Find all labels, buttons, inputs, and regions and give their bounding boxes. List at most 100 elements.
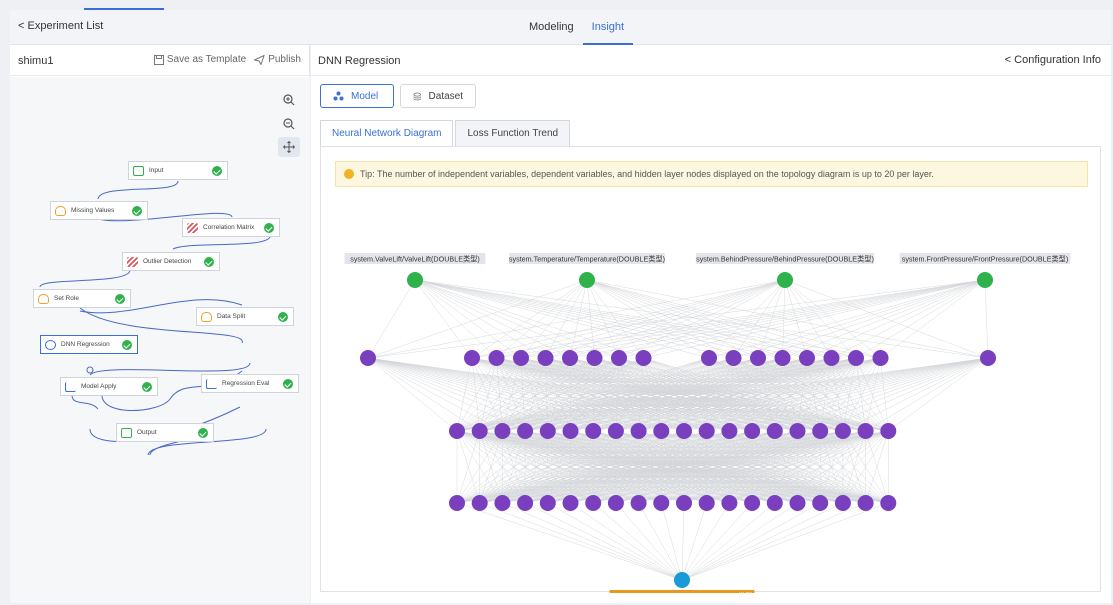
network-topology: system.ValveLift/ValveLift(DOUBLE类型) syst… bbox=[344, 253, 1071, 593]
hidden-node[interactable] bbox=[799, 350, 815, 366]
hidden-node[interactable] bbox=[834, 495, 851, 511]
configuration-info-label: Configuration Info bbox=[1014, 54, 1101, 66]
output-node[interactable] bbox=[674, 572, 690, 588]
hidden-node[interactable] bbox=[653, 423, 670, 439]
hidden-node[interactable] bbox=[676, 495, 692, 511]
hidden-node[interactable] bbox=[562, 350, 578, 366]
tab-modeling[interactable]: Modeling bbox=[520, 10, 583, 45]
hidden-node[interactable] bbox=[766, 495, 783, 511]
insight-panel: DNN Regression < Configuration Info Mode… bbox=[311, 45, 1111, 603]
hidden-node[interactable] bbox=[539, 423, 556, 439]
hidden-node[interactable] bbox=[848, 350, 864, 366]
node-label: Missing Values bbox=[71, 207, 115, 214]
hidden-node[interactable] bbox=[812, 423, 829, 439]
hidden-node[interactable] bbox=[360, 350, 376, 366]
hidden-node[interactable] bbox=[725, 350, 742, 366]
success-check-icon bbox=[204, 257, 214, 267]
hidden-node[interactable] bbox=[464, 350, 480, 366]
hidden-node[interactable] bbox=[494, 495, 511, 511]
hidden-node[interactable] bbox=[611, 350, 627, 366]
hidden-node[interactable] bbox=[585, 423, 602, 439]
hidden-node[interactable] bbox=[607, 423, 624, 439]
hidden-node[interactable] bbox=[449, 495, 465, 511]
hidden-node[interactable] bbox=[586, 350, 603, 366]
hidden-node[interactable] bbox=[721, 423, 738, 439]
hidden-node[interactable] bbox=[698, 495, 715, 511]
hidden-node[interactable] bbox=[750, 350, 766, 366]
hidden-node[interactable] bbox=[698, 423, 715, 439]
segment-model[interactable]: Model bbox=[320, 84, 394, 108]
hidden-node[interactable] bbox=[880, 423, 897, 439]
hidden-node[interactable] bbox=[766, 423, 783, 439]
tab-neural-network-diagram[interactable]: Neural Network Diagram bbox=[320, 120, 454, 147]
save-as-template-button[interactable]: Save as Template bbox=[153, 54, 246, 65]
hidden-node[interactable] bbox=[562, 423, 579, 439]
hidden-node[interactable] bbox=[471, 423, 488, 439]
hidden-node[interactable] bbox=[513, 350, 529, 366]
workflow-node-set-role[interactable]: Set Role bbox=[33, 289, 131, 308]
hidden-node[interactable] bbox=[774, 350, 791, 366]
workflow-node-regression-eval[interactable]: Regression Eval bbox=[201, 374, 299, 393]
success-check-icon bbox=[132, 206, 142, 216]
hidden-node[interactable] bbox=[494, 423, 511, 439]
hidden-node[interactable] bbox=[488, 350, 505, 366]
tab-insight[interactable]: Insight bbox=[582, 10, 634, 45]
hidden-node[interactable] bbox=[857, 423, 874, 439]
hidden-node[interactable] bbox=[980, 350, 996, 366]
hidden-node[interactable] bbox=[537, 350, 554, 366]
hidden-node[interactable] bbox=[607, 495, 624, 511]
input-node[interactable] bbox=[977, 272, 993, 288]
hidden-node[interactable] bbox=[872, 350, 889, 366]
hidden-node[interactable] bbox=[471, 495, 488, 511]
hidden-node[interactable] bbox=[812, 495, 829, 511]
workflow-node-output[interactable]: Output bbox=[116, 423, 214, 442]
hidden-node[interactable] bbox=[789, 423, 806, 439]
hidden-node[interactable] bbox=[701, 350, 717, 366]
success-check-icon bbox=[198, 428, 208, 438]
hidden-node[interactable] bbox=[880, 495, 897, 511]
matrix-icon bbox=[187, 222, 198, 233]
hidden-node[interactable] bbox=[744, 423, 761, 439]
hidden-node[interactable] bbox=[789, 495, 806, 511]
publish-button[interactable]: Publish bbox=[254, 54, 301, 65]
workflow-node-missing-values[interactable]: Missing Values bbox=[50, 201, 148, 220]
workflow-node-outlier-detection[interactable]: Outlier Detection bbox=[122, 252, 220, 271]
workflow-node-correlation-matrix[interactable]: Correlation Matrix bbox=[182, 218, 280, 237]
workflow-node-dnn-regression[interactable]: DNN Regression bbox=[40, 335, 138, 354]
back-to-experiment-list[interactable]: < Experiment List bbox=[18, 20, 103, 32]
hidden-node[interactable] bbox=[635, 350, 652, 366]
chart-icon bbox=[65, 381, 76, 392]
input-node[interactable] bbox=[407, 272, 423, 288]
workflow-node-input[interactable]: Input bbox=[128, 161, 228, 180]
node-label: Set Role bbox=[54, 295, 79, 302]
hidden-node[interactable] bbox=[721, 495, 738, 511]
hidden-node[interactable] bbox=[562, 495, 579, 511]
top-bar: < Experiment List Modeling Insight bbox=[10, 10, 1111, 45]
hidden-node[interactable] bbox=[585, 495, 602, 511]
hidden-node[interactable] bbox=[857, 495, 874, 511]
matrix-icon bbox=[127, 256, 138, 267]
back-label: Experiment List bbox=[27, 20, 104, 32]
hidden-node[interactable] bbox=[834, 423, 851, 439]
hidden-node[interactable] bbox=[630, 495, 647, 511]
node-label: Correlation Matrix bbox=[203, 224, 255, 231]
hidden-node[interactable] bbox=[676, 423, 692, 439]
hidden-node[interactable] bbox=[449, 423, 465, 439]
success-check-icon bbox=[278, 312, 288, 322]
segment-dataset[interactable]: Dataset bbox=[400, 84, 476, 108]
hidden-node[interactable] bbox=[630, 423, 647, 439]
workflow-node-model-apply[interactable]: Model Apply bbox=[60, 377, 158, 396]
configuration-info-button[interactable]: < Configuration Info bbox=[1005, 54, 1101, 66]
hidden-node[interactable] bbox=[517, 423, 534, 439]
hidden-node[interactable] bbox=[539, 495, 556, 511]
node-label: Output bbox=[137, 429, 157, 436]
input-node[interactable] bbox=[579, 272, 595, 288]
hidden-node[interactable] bbox=[744, 495, 761, 511]
workflow-node-data-split[interactable]: Data Split bbox=[196, 307, 294, 326]
hidden-node[interactable] bbox=[517, 495, 534, 511]
hidden-node[interactable] bbox=[823, 350, 840, 366]
input-node[interactable] bbox=[777, 272, 793, 288]
tab-loss-function-trend[interactable]: Loss Function Trend bbox=[455, 120, 571, 147]
hidden-node[interactable] bbox=[653, 495, 670, 511]
workflow-canvas[interactable]: Input Missing Values Correlation Matrix … bbox=[10, 77, 310, 603]
